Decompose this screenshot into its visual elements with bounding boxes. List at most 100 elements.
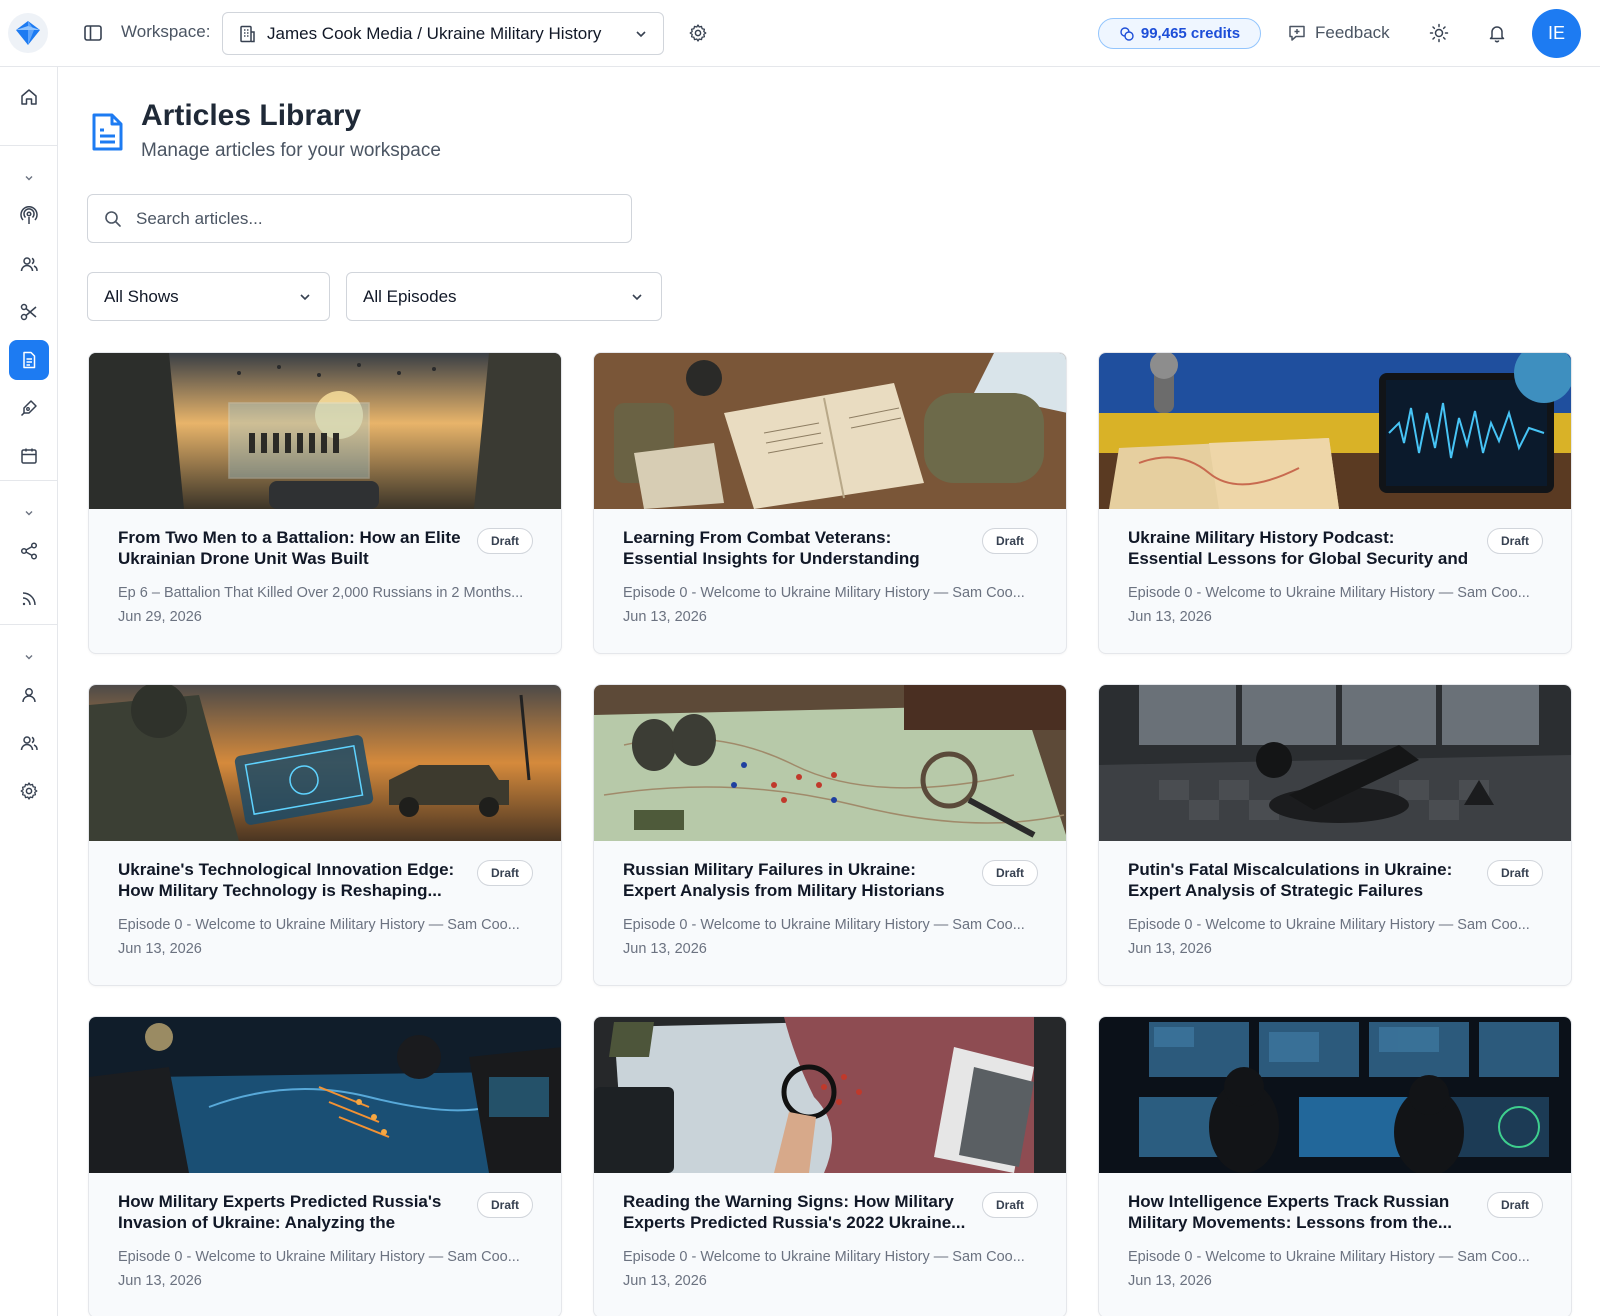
- notifications-button[interactable]: [1485, 21, 1509, 45]
- feedback-label: Feedback: [1315, 23, 1390, 42]
- status-badge: Draft: [477, 1192, 533, 1218]
- status-badge: Draft: [982, 1192, 1038, 1218]
- users-icon: [20, 257, 38, 272]
- search-box: [87, 194, 632, 243]
- sidebar-item-guests[interactable]: [9, 244, 49, 284]
- article-episode: Episode 0 - Welcome to Ukraine Military …: [1128, 917, 1530, 933]
- article-title: Russian Military Failures in Ukraine: Ex…: [623, 860, 945, 900]
- article-card[interactable]: Reading the Warning Signs: How Military …: [593, 1016, 1067, 1316]
- theme-toggle-button[interactable]: [1427, 21, 1451, 45]
- user-avatar[interactable]: IE: [1532, 9, 1581, 58]
- article-card[interactable]: How Intelligence Experts Track Russian M…: [1098, 1016, 1572, 1316]
- episode-filter-select[interactable]: All Episodes: [346, 272, 662, 321]
- article-title: Reading the Warning Signs: How Military …: [623, 1192, 966, 1232]
- coins-icon: [1120, 26, 1134, 41]
- chevron-down-icon: [636, 30, 646, 37]
- article-thumbnail: [594, 353, 1066, 509]
- sidebar-item-clips[interactable]: [9, 292, 49, 332]
- sidebar-item-settings[interactable]: [9, 771, 49, 811]
- status-badge: Draft: [1487, 528, 1543, 554]
- avatar-initials: IE: [1547, 23, 1565, 43]
- article-thumbnail: [1099, 1017, 1571, 1173]
- article-date: Jun 13, 2026: [623, 1273, 707, 1289]
- user-icon: [22, 688, 36, 703]
- article-episode: Episode 0 - Welcome to Ukraine Military …: [118, 917, 520, 933]
- sidebar-item-team[interactable]: [9, 723, 49, 763]
- article-card[interactable]: Ukraine's Technological Innovation Edge:…: [88, 684, 562, 986]
- sidebar-item-writing[interactable]: [9, 388, 49, 428]
- users-icon: [20, 736, 38, 751]
- sidebar-divider: [0, 480, 57, 481]
- sidebar-item-profile[interactable]: [9, 675, 49, 715]
- sidebar-divider: [0, 145, 57, 146]
- article-title: Learning From Combat Veterans: Essential…: [623, 528, 920, 568]
- articles-page-icon: [92, 113, 123, 151]
- building-icon: [240, 25, 255, 42]
- bell-icon: [1489, 26, 1505, 43]
- sidebar-collapse-toggle[interactable]: [19, 647, 39, 667]
- sidebar: [0, 67, 58, 1316]
- article-thumbnail: [594, 1017, 1066, 1173]
- sidebar-divider: [0, 624, 57, 625]
- article-card[interactable]: From Two Men to a Battalion: How an Elit…: [88, 352, 562, 654]
- article-episode: Episode 0 - Welcome to Ukraine Military …: [623, 1249, 1025, 1265]
- feedback-button[interactable]: Feedback: [1287, 20, 1390, 46]
- credits-badge[interactable]: 99,465 credits: [1098, 18, 1261, 49]
- article-episode: Episode 0 - Welcome to Ukraine Military …: [118, 1249, 520, 1265]
- logo-icon: [16, 21, 40, 45]
- show-filter-select[interactable]: All Shows: [87, 272, 330, 321]
- article-date: Jun 13, 2026: [1128, 1273, 1212, 1289]
- episode-filter-value: All Episodes: [363, 286, 457, 306]
- status-badge: Draft: [1487, 860, 1543, 886]
- article-thumbnail: [594, 685, 1066, 841]
- gear-icon: [689, 24, 707, 42]
- article-date: Jun 13, 2026: [623, 941, 707, 957]
- message-plus-icon: [1289, 25, 1305, 41]
- podcast-icon: [20, 206, 38, 224]
- file-text-icon: [23, 351, 36, 369]
- app-logo[interactable]: [8, 13, 48, 53]
- article-thumbnail: [89, 1017, 561, 1173]
- sidebar-toggle-button[interactable]: [82, 22, 104, 44]
- article-title: Ukraine's Technological Innovation Edge:…: [118, 860, 455, 900]
- status-badge: Draft: [1487, 1192, 1543, 1218]
- article-thumbnail: [1099, 685, 1571, 841]
- article-card[interactable]: Putin's Fatal Miscalculations in Ukraine…: [1098, 684, 1572, 986]
- search-input[interactable]: [136, 208, 615, 229]
- article-title: Ukraine Military History Podcast: Essent…: [1128, 528, 1469, 568]
- sidebar-item-home[interactable]: [9, 77, 49, 117]
- sidebar-item-podcasts[interactable]: [9, 196, 49, 236]
- sidebar-item-share[interactable]: [9, 531, 49, 571]
- panel-left-icon: [84, 25, 102, 41]
- workspace-select[interactable]: James Cook Media / Ukraine Military Hist…: [222, 12, 664, 55]
- sidebar-item-calendar[interactable]: [9, 436, 49, 476]
- article-title: How Military Experts Predicted Russia's …: [118, 1192, 442, 1232]
- share-icon: [20, 542, 38, 560]
- article-date: Jun 13, 2026: [1128, 609, 1212, 625]
- sun-icon: [1429, 23, 1449, 43]
- gear-icon: [20, 782, 38, 800]
- status-badge: Draft: [477, 860, 533, 886]
- article-card[interactable]: How Military Experts Predicted Russia's …: [88, 1016, 562, 1316]
- sidebar-collapse-toggle[interactable]: [19, 503, 39, 523]
- workspace-settings-button[interactable]: [687, 22, 709, 44]
- workspace-label: Workspace:: [121, 22, 211, 41]
- chevron-down-icon: [25, 655, 33, 660]
- workspace-select-value: James Cook Media / Ukraine Military Hist…: [267, 23, 602, 43]
- status-badge: Draft: [982, 860, 1038, 886]
- chevron-down-icon: [25, 176, 33, 181]
- article-card[interactable]: Learning From Combat Veterans: Essential…: [593, 352, 1067, 654]
- article-title: Putin's Fatal Miscalculations in Ukraine…: [1128, 860, 1453, 900]
- sidebar-collapse-toggle[interactable]: [19, 168, 39, 188]
- sidebar-item-articles[interactable]: [9, 340, 49, 380]
- article-thumbnail: [89, 353, 561, 509]
- search-icon: [105, 210, 121, 227]
- home-icon: [21, 89, 37, 105]
- article-card[interactable]: Russian Military Failures in Ukraine: Ex…: [593, 684, 1067, 986]
- sidebar-item-rss[interactable]: [9, 579, 49, 619]
- top-bar: Workspace: James Cook Media / Ukraine Mi…: [0, 0, 1600, 67]
- article-date: Jun 13, 2026: [118, 1273, 202, 1289]
- article-card[interactable]: Ukraine Military History Podcast: Essent…: [1098, 352, 1572, 654]
- page-subtitle: Manage articles for your workspace: [141, 140, 441, 161]
- article-thumbnail: [1099, 353, 1571, 509]
